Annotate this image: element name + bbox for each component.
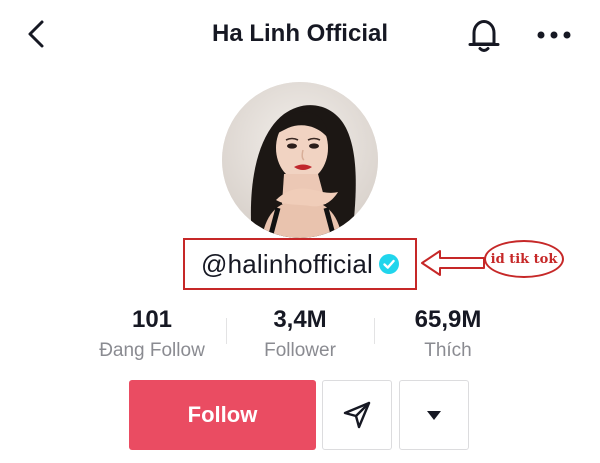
- avatar[interactable]: [222, 82, 378, 238]
- likes-label: Thích: [424, 340, 472, 361]
- suggested-accounts-button[interactable]: [399, 380, 469, 450]
- annotation-bubble: id tik tok: [484, 240, 564, 278]
- username: @halinhofficial: [200, 248, 373, 279]
- send-message-button[interactable]: [322, 380, 392, 450]
- notification-button[interactable]: [462, 13, 506, 57]
- stat-following[interactable]: 101 Đang Follow: [78, 306, 226, 362]
- stat-likes: 65,9M Thích: [374, 306, 522, 362]
- likes-count: 65,9M: [414, 306, 482, 333]
- more-dots-icon: [537, 31, 571, 39]
- send-icon: [343, 401, 371, 429]
- annotation-label: id tik tok: [490, 251, 558, 267]
- following-label: Đang Follow: [99, 340, 205, 361]
- caret-down-icon: [427, 410, 441, 420]
- top-bar: Ha Linh Official: [0, 0, 600, 70]
- bell-icon: [468, 20, 500, 52]
- annotation-arrow-icon: [421, 250, 485, 276]
- stat-followers[interactable]: 3,4M Follower: [226, 306, 374, 362]
- following-count: 101: [131, 306, 173, 333]
- username-highlight: @halinhofficial: [183, 238, 417, 290]
- back-button[interactable]: [18, 16, 54, 52]
- followers-label: Follower: [264, 340, 336, 361]
- more-options-button[interactable]: [532, 18, 576, 52]
- followers-count: 3,4M: [273, 306, 327, 333]
- follow-button[interactable]: Follow: [129, 380, 316, 450]
- chevron-left-icon: [28, 20, 44, 48]
- profile-photo: [222, 82, 378, 238]
- profile-stats: 101 Đang Follow 3,4M Follower 65,9M Thíc…: [78, 306, 522, 362]
- verified-badge-icon: [379, 254, 399, 274]
- page-title: Ha Linh Official: [211, 20, 388, 47]
